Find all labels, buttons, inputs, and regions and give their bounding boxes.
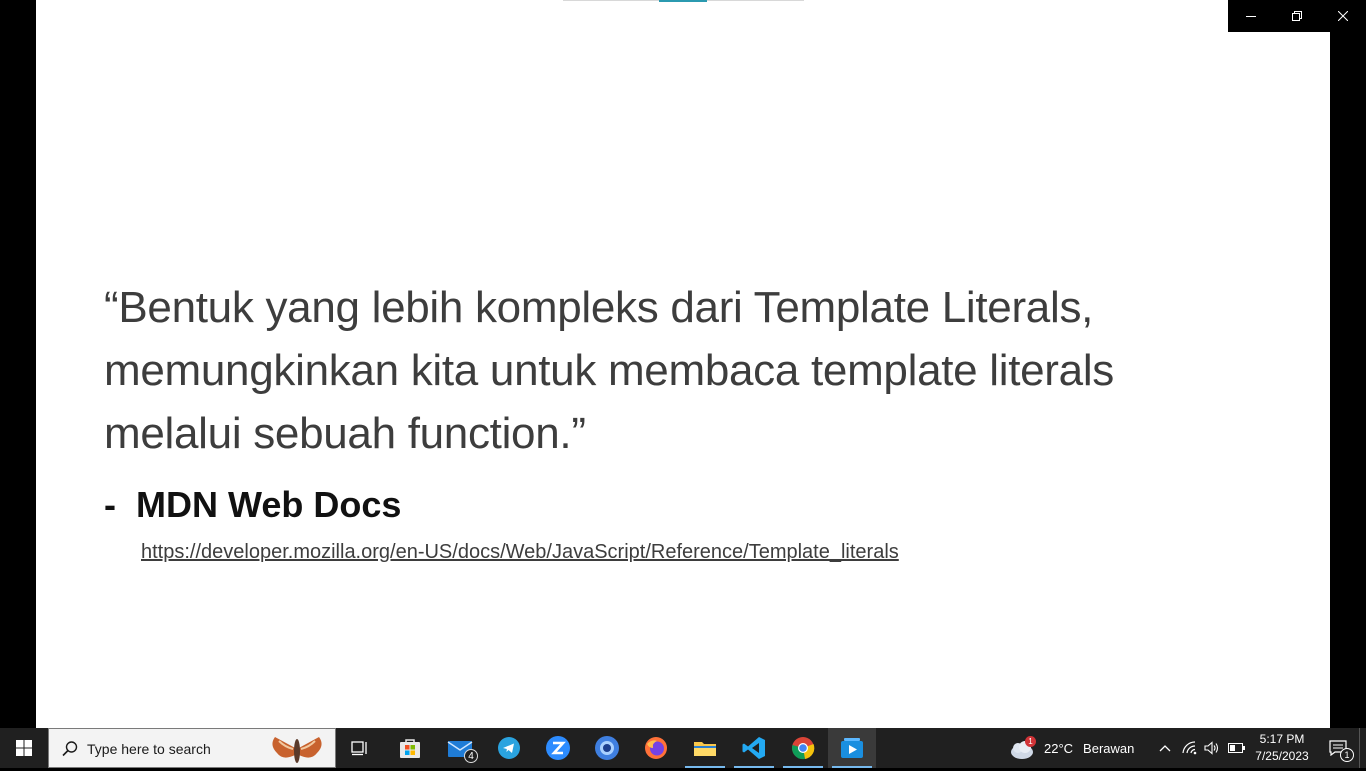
close-icon [1338,11,1348,21]
firefox-app[interactable] [632,728,680,768]
slide-progress-track [563,0,804,2]
firefox-icon [645,737,667,759]
telegram-app[interactable] [485,728,533,768]
file-explorer-app[interactable] [681,728,729,768]
windows-logo-icon [16,740,32,756]
weather-condition: Berawan [1083,740,1135,756]
start-button[interactable] [0,728,48,768]
chevron-up-icon [1159,745,1171,752]
chrome-app[interactable] [779,728,827,768]
vscode-icon [742,737,765,759]
window-controls [1228,0,1366,32]
folder-icon [694,742,716,756]
cloud-icon [1011,741,1033,759]
quote-text: “Bentuk yang lebih kompleks dari Templat… [104,283,1114,458]
telegram-icon [498,737,520,759]
presentation-slide: “Bentuk yang lebih kompleks dari Templat… [36,0,1330,728]
circle-app-icon [595,736,619,760]
weather-alert-badge: 1 [1025,736,1036,747]
speaker-icon [1204,741,1219,755]
attribution-dash: - [104,484,116,525]
close-button[interactable] [1320,0,1366,32]
volume-button[interactable] [1202,728,1222,768]
attribution: - MDN Web Docs [104,484,401,526]
clock-date: 7/25/2023 [1255,749,1309,763]
store-app[interactable] [386,728,434,768]
zoom-icon [546,736,570,760]
weather-widget[interactable]: 1 22°C Berawan [1008,728,1148,768]
clock-time: 5:17 PM [1259,732,1305,746]
slide-progress-fill [659,0,707,2]
search-input[interactable] [87,737,257,761]
search-icon [62,741,78,757]
weather-icon-wrap: 1 [1008,728,1040,768]
vscode-app[interactable] [730,728,778,768]
store-icon [400,739,420,758]
task-view-button[interactable] [336,728,384,768]
battery-button[interactable] [1226,728,1248,768]
notification-count-badge: 1 [1340,748,1354,762]
mail-badge: 4 [464,749,478,763]
taskbar: 4 1 22°C Berawan [0,728,1366,768]
network-button[interactable] [1180,728,1200,768]
weather-temp: 22°C [1044,740,1074,756]
action-center-button[interactable]: 1 [1318,728,1358,768]
minimize-button[interactable] [1228,0,1274,32]
restore-icon [1292,11,1302,21]
attribution-source: MDN Web Docs [136,484,402,525]
minimize-icon [1246,16,1256,17]
mail-app[interactable]: 4 [436,728,484,768]
media-player-icon [841,738,863,758]
zoom-app[interactable] [534,728,582,768]
source-link[interactable]: https://developer.mozilla.org/en-US/docs… [141,541,899,564]
show-desktop-button[interactable] [1359,728,1366,768]
search-highlight-moth-icon [272,737,322,763]
wifi-icon [1182,741,1197,755]
battery-icon [1228,743,1245,753]
media-player-app[interactable] [828,728,876,768]
task-view-icon [351,741,367,756]
taskbar-clock[interactable]: 5:17 PM 7/25/2023 [1250,728,1314,768]
taskbar-search[interactable] [48,728,336,768]
circle-app[interactable] [583,728,631,768]
restore-button[interactable] [1274,0,1320,32]
show-hidden-icons-button[interactable] [1154,728,1176,768]
chrome-icon [792,737,815,760]
